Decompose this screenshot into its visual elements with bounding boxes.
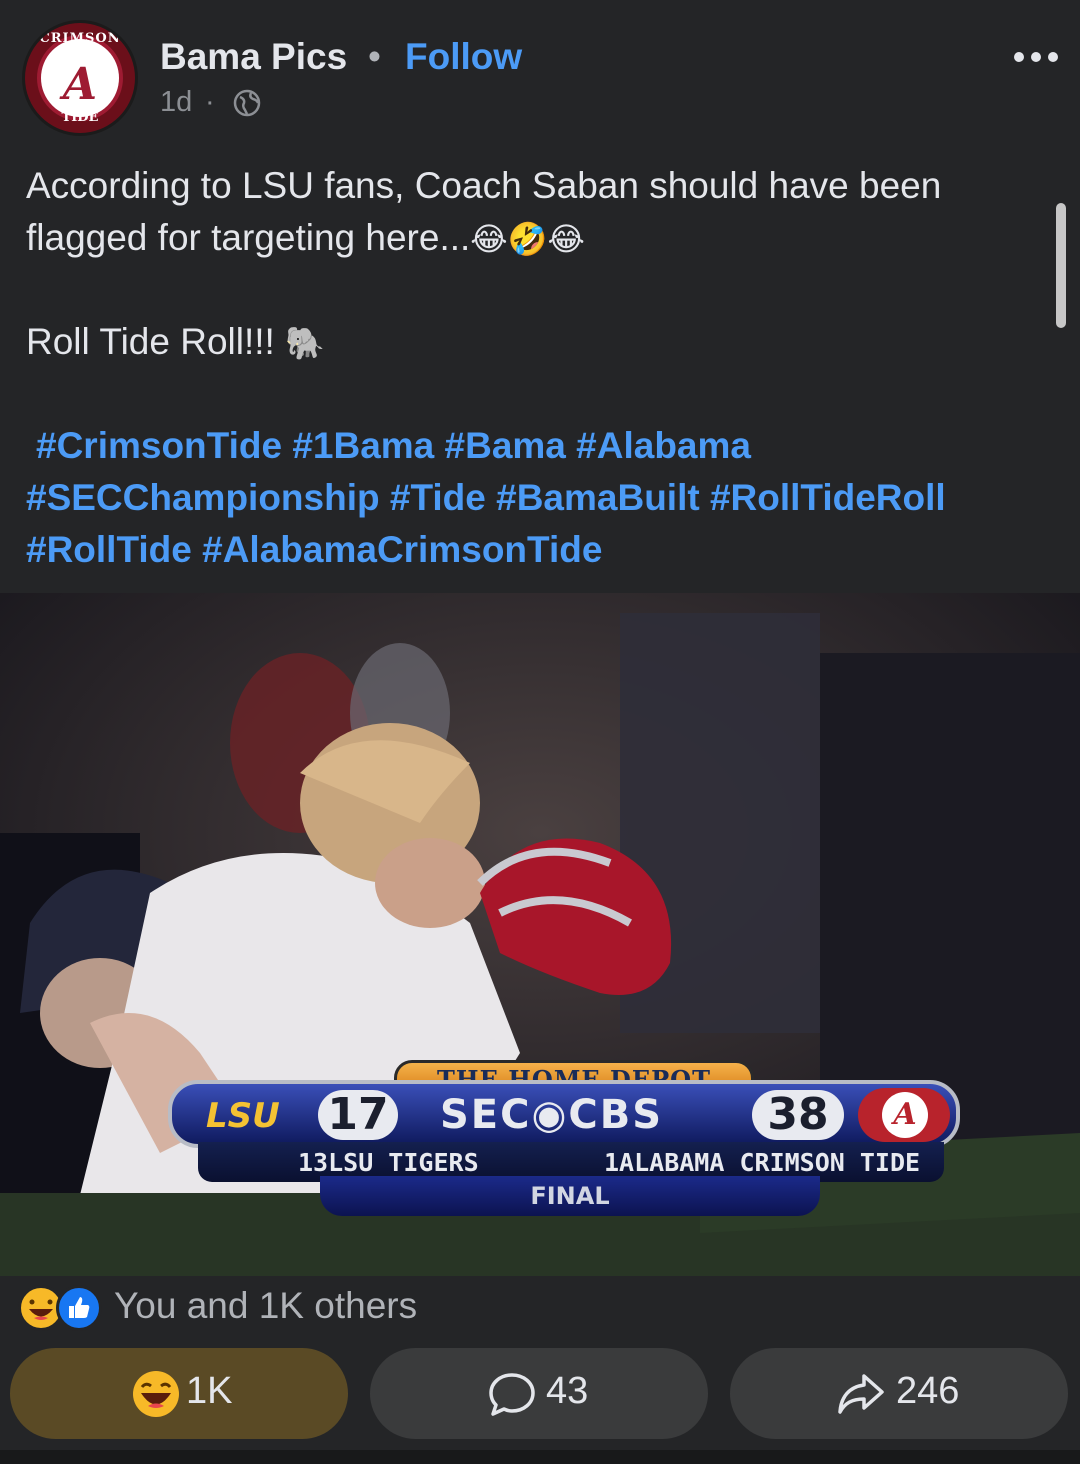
scoreboard: THE HOME DEPOT LSU 17 SEC◉CBS 38 A 13LSU…: [168, 1060, 968, 1220]
avatar-bottom-text: TIDE: [61, 110, 99, 125]
team-left-score: 17: [318, 1090, 398, 1140]
like-reaction-icon: [56, 1285, 102, 1331]
react-button[interactable]: 1K: [10, 1348, 348, 1439]
page-name[interactable]: Bama Pics: [160, 36, 347, 78]
network-logo: SEC◉CBS: [440, 1092, 664, 1138]
caption-line: flagged for targeting here...😂🤣😂: [26, 217, 585, 258]
bottom-divider: [0, 1450, 1080, 1464]
hashtag-line[interactable]: #RollTide #AlabamaCrimsonTide: [26, 524, 1066, 576]
laughing-emoji-icon: 😂🤣😂: [470, 221, 585, 257]
share-button[interactable]: 246: [730, 1348, 1068, 1439]
caption-line: According to LSU fans, Coach Saban shoul…: [26, 165, 942, 206]
avatar-top-text: CRIMSON: [39, 31, 121, 46]
globe-icon: [233, 89, 261, 117]
score-bar: LSU 17 SEC◉CBS 38 A: [168, 1080, 960, 1148]
alabama-logo-icon: A: [858, 1088, 950, 1142]
haha-emoji-icon: [133, 1371, 179, 1417]
post-header: A CRIMSON TIDE Bama Pics • Follow 1d ·: [0, 0, 1080, 140]
header-separator: •: [368, 36, 381, 77]
team-left-abbr: LSU: [206, 1096, 280, 1136]
meta-separator: ·: [205, 86, 215, 118]
share-count: 246: [896, 1370, 960, 1412]
avatar-letter: A: [62, 59, 98, 110]
team-right-score: 38: [752, 1090, 844, 1140]
more-options-icon[interactable]: [1012, 38, 1060, 74]
post-caption: According to LSU fans, Coach Saban shoul…: [26, 160, 1046, 368]
comment-count: 43: [546, 1370, 589, 1412]
hashtags: #CrimsonTide #1Bama #Bama #Alabama #SECC…: [26, 420, 1066, 576]
avatar-logo: A: [37, 35, 123, 121]
caption-line: Roll Tide Roll!!! 🐘: [26, 321, 325, 362]
comment-icon: [489, 1373, 535, 1416]
page-avatar[interactable]: A CRIMSON TIDE: [22, 20, 138, 136]
scrollbar[interactable]: [1056, 203, 1066, 328]
hashtag-line[interactable]: #CrimsonTide #1Bama #Bama #Alabama: [26, 420, 1066, 472]
share-icon: [838, 1374, 884, 1414]
react-count: 1K: [186, 1370, 233, 1412]
hashtag-line[interactable]: #SECChampionship #Tide #BamaBuilt #RollT…: [26, 472, 1066, 524]
follow-button[interactable]: Follow: [405, 36, 522, 78]
reactions-summary[interactable]: You and 1K others: [114, 1285, 417, 1327]
elephant-emoji-icon: 🐘: [285, 325, 325, 361]
post-time[interactable]: 1d: [160, 86, 192, 119]
post-photo[interactable]: THE HOME DEPOT LSU 17 SEC◉CBS 38 A 13LSU…: [0, 593, 1080, 1276]
team-left-name: 13LSU TIGERS: [298, 1148, 479, 1177]
comment-button[interactable]: 43: [370, 1348, 708, 1439]
game-status: FINAL: [320, 1176, 820, 1216]
team-right-name: 1ALABAMA CRIMSON TIDE: [604, 1148, 921, 1177]
